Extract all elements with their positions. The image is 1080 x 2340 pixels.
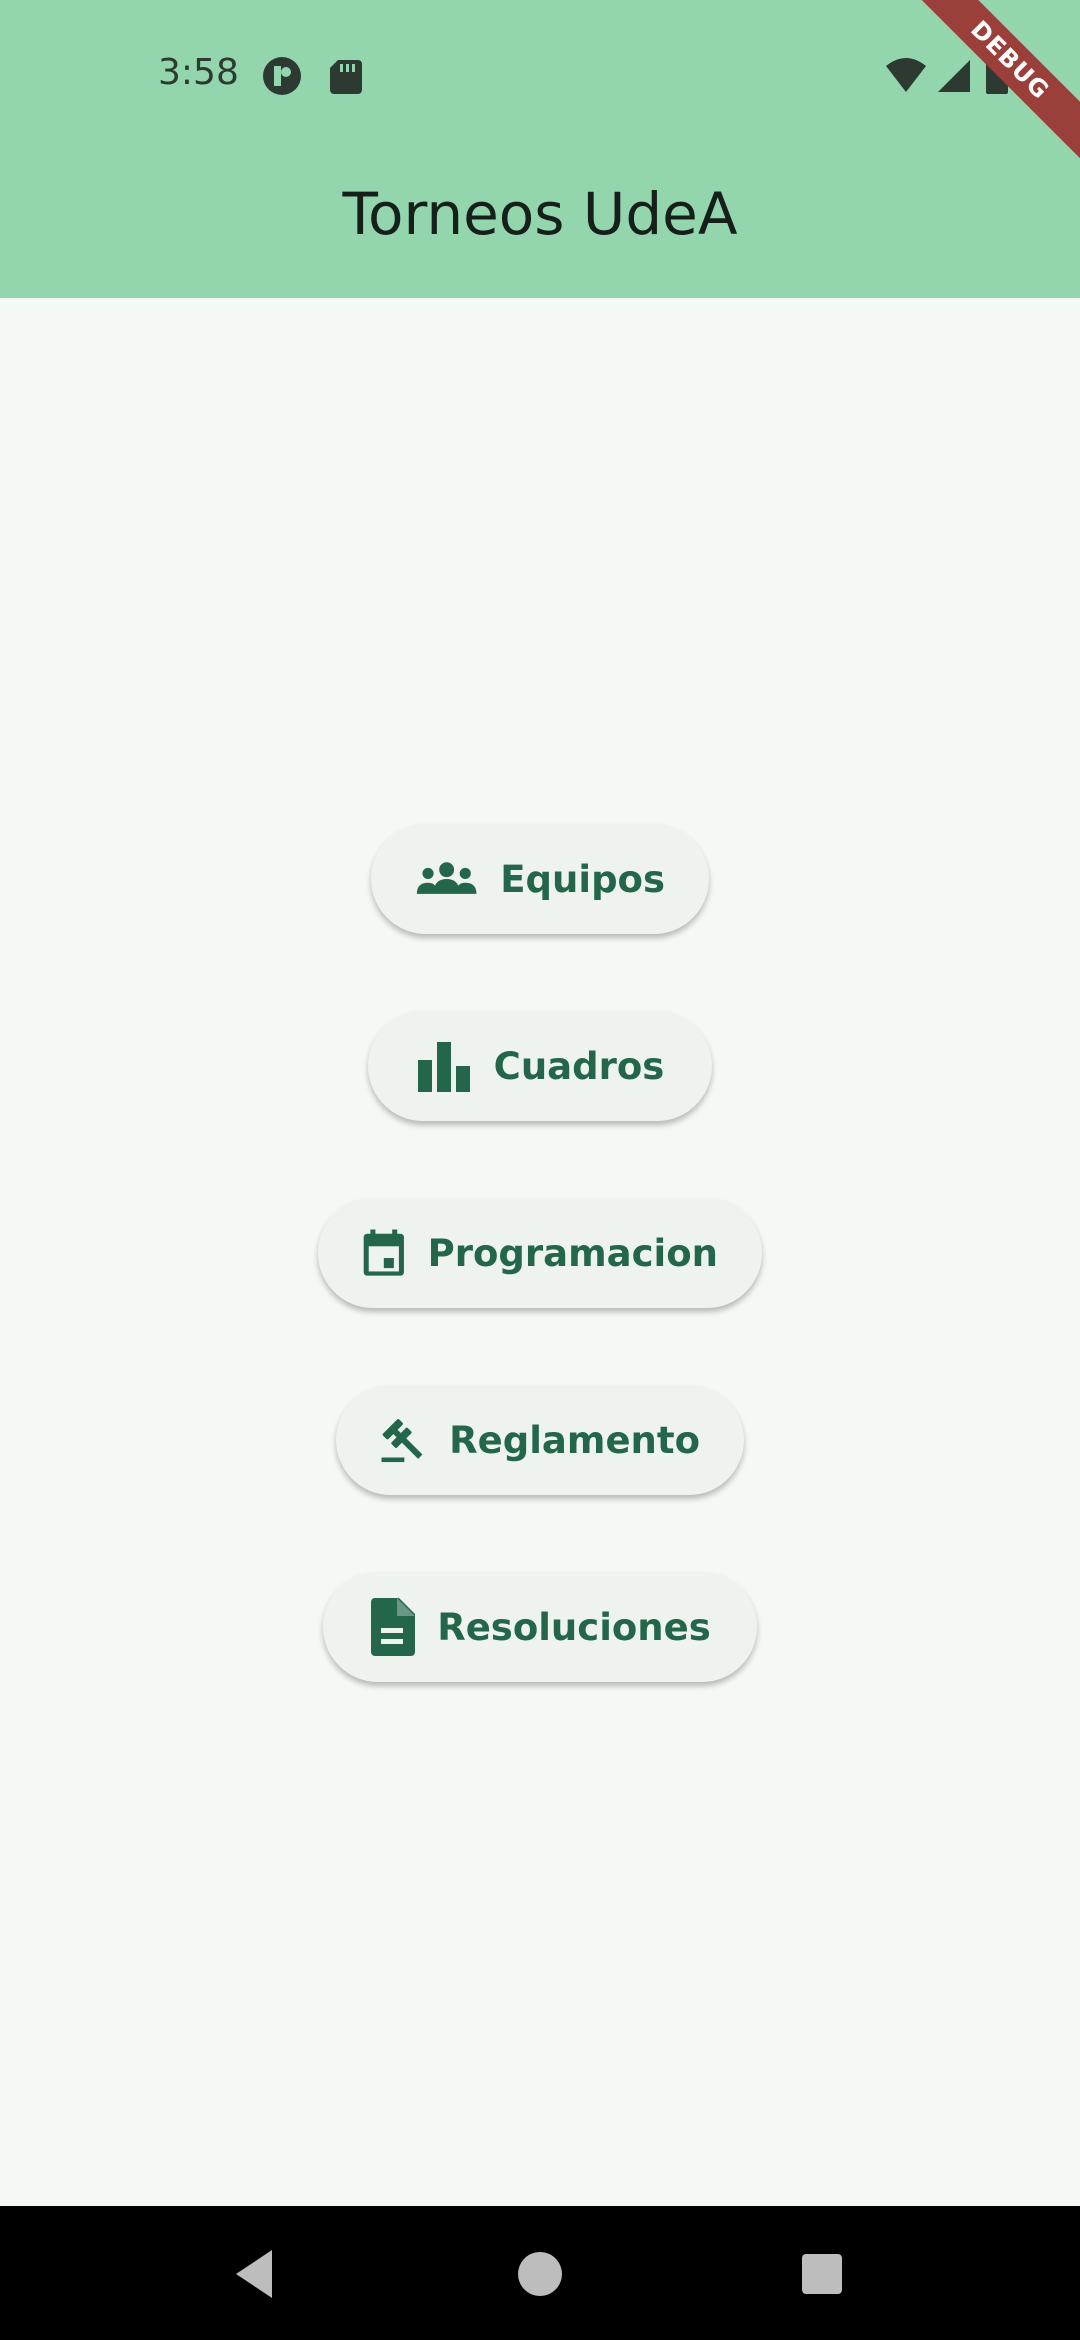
- recents-icon[interactable]: [792, 2244, 852, 2304]
- calendar-icon: [363, 1229, 404, 1276]
- programacion-button[interactable]: Programacion: [318, 1198, 762, 1308]
- programacion-label: Programacion: [427, 1231, 718, 1275]
- back-icon[interactable]: [228, 2244, 288, 2304]
- app-bar: 3:58 Torneos UdeA DEBUG: [0, 0, 1080, 298]
- bar-chart-icon: [417, 1042, 470, 1092]
- cuadros-label: Cuadros: [493, 1044, 665, 1088]
- screen: 3:58 Torneos UdeA DEBUG Equipos Cuadros …: [0, 0, 1080, 2340]
- equipos-button[interactable]: Equipos: [371, 824, 709, 934]
- wifi-icon: [886, 58, 926, 92]
- home-icon[interactable]: [510, 2244, 570, 2304]
- document-icon: [371, 1598, 416, 1656]
- groups-icon: [416, 862, 477, 894]
- system-nav-bar: [0, 2206, 1080, 2340]
- equipos-label: Equipos: [500, 857, 665, 901]
- reglamento-button[interactable]: Reglamento: [336, 1385, 744, 1495]
- page-title: Torneos UdeA: [342, 180, 738, 248]
- cuadros-button[interactable]: Cuadros: [368, 1011, 712, 1121]
- resoluciones-button[interactable]: Resoluciones: [323, 1572, 757, 1682]
- resoluciones-label: Resoluciones: [437, 1605, 711, 1649]
- gavel-icon: [381, 1419, 423, 1463]
- reglamento-label: Reglamento: [449, 1418, 700, 1462]
- sd-card-icon: [330, 60, 362, 94]
- app-indicator-icon: [263, 57, 301, 95]
- status-time: 3:58: [158, 52, 239, 93]
- signal-icon: [938, 60, 970, 92]
